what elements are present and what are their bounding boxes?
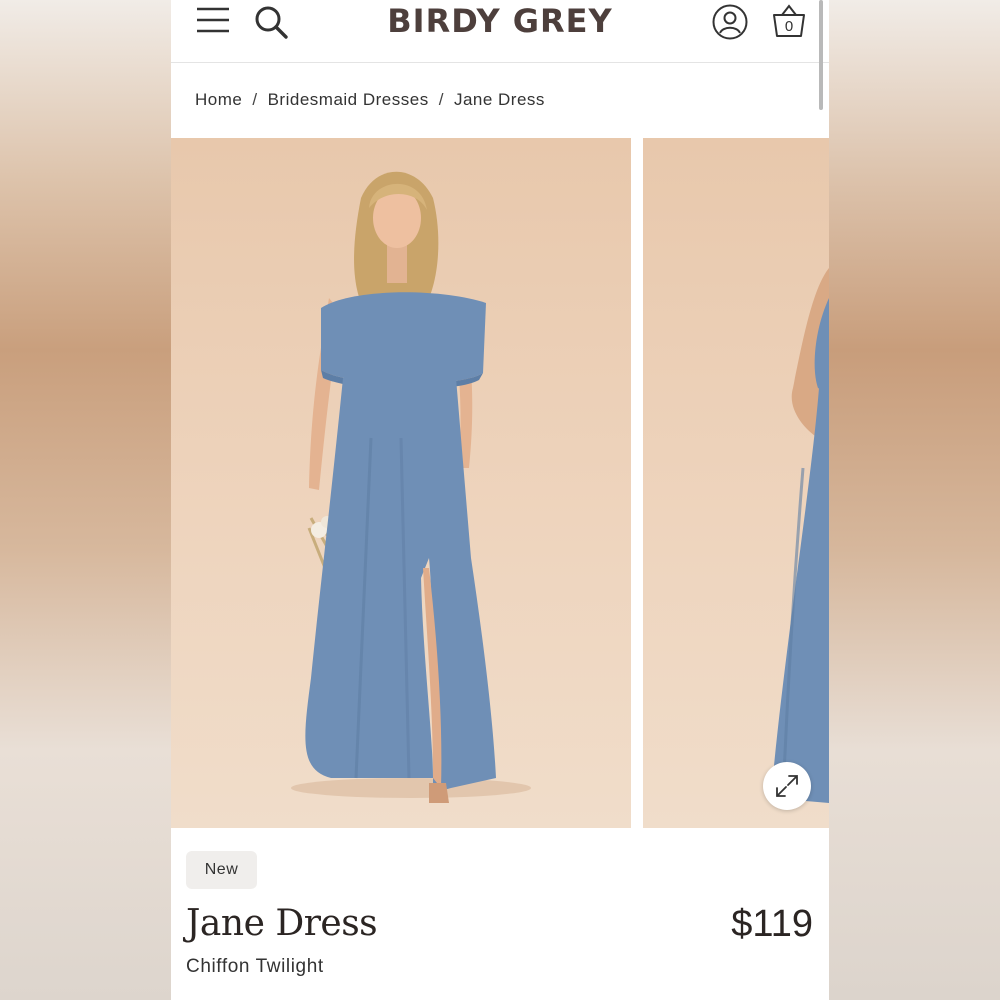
breadcrumb: Home / Bridesmaid Dresses / Jane Dress [195, 90, 545, 110]
product-title: Jane Dress [186, 903, 378, 944]
breadcrumb-separator: / [438, 90, 444, 109]
breadcrumb-home[interactable]: Home [195, 90, 242, 109]
account-icon[interactable] [711, 3, 749, 41]
product-image-front[interactable] [171, 138, 631, 828]
product-variant: Chiffon Twilight [186, 956, 324, 977]
product-image-side[interactable] [643, 138, 829, 828]
product-gallery[interactable] [171, 138, 829, 828]
product-page: BIRDY GREY 0 Home / Bridesmaid Dresses / Jan… [171, 0, 829, 1000]
expand-button[interactable] [763, 762, 811, 810]
background-right [829, 0, 1000, 1000]
breadcrumb-current: Jane Dress [453, 90, 545, 109]
shopping-bag-icon[interactable]: 0 [771, 2, 807, 40]
breadcrumb-separator: / [252, 90, 258, 109]
product-price: $119 [731, 903, 813, 945]
expand-icon [776, 775, 798, 797]
scrollbar[interactable] [819, 0, 823, 110]
background-left [0, 0, 171, 1000]
breadcrumb-bridesmaid-dresses[interactable]: Bridesmaid Dresses [268, 90, 429, 109]
cart-count: 0 [785, 18, 793, 35]
new-badge: New [186, 851, 257, 889]
site-header: BIRDY GREY 0 [171, 0, 829, 110]
